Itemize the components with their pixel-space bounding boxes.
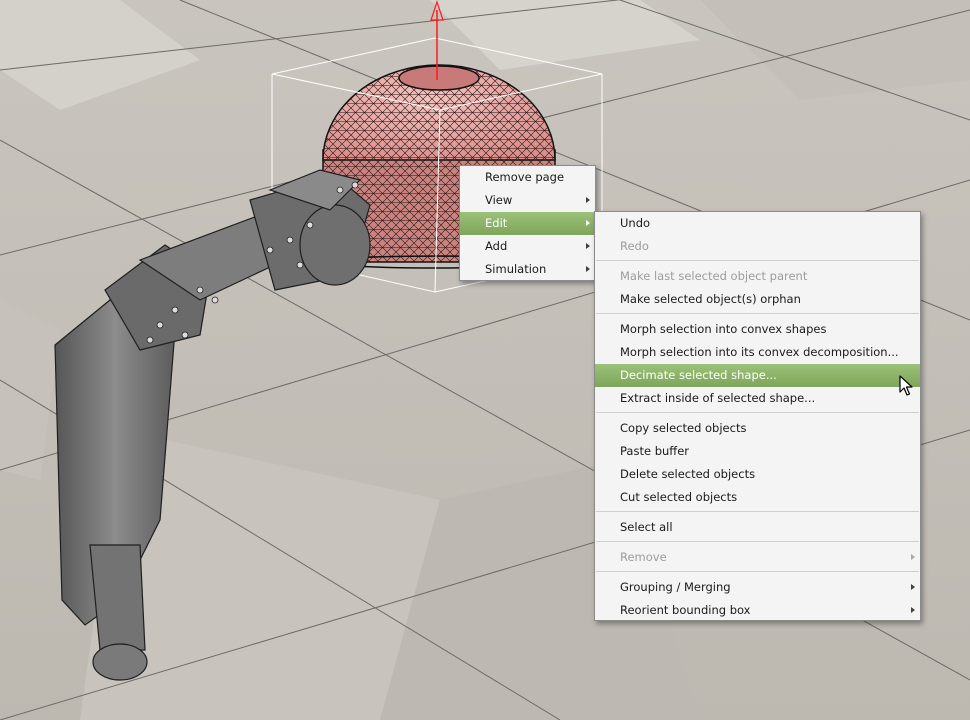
menu-item-label: Grouping / Merging	[620, 580, 731, 594]
menu-item-decimate-selected-shape[interactable]: Decimate selected shape...	[595, 364, 920, 387]
edit-submenu: Undo Redo Make last selected object parent…	[594, 211, 921, 621]
menu-item-label: Remove page	[485, 170, 565, 184]
menu-item-label: Make selected object(s) orphan	[620, 292, 801, 306]
menu-item-label: Simulation	[485, 262, 547, 276]
menu-item-label: Undo	[620, 216, 651, 230]
menu-item-undo[interactable]: Undo	[595, 212, 920, 235]
menu-item-label: Add	[485, 239, 508, 253]
menu-item-label: Edit	[485, 216, 508, 230]
menu-item-label: Make last selected object parent	[620, 269, 808, 283]
menu-item-label: Copy selected objects	[620, 421, 747, 435]
menu-item-cut-selected-objects[interactable]: Cut selected objects	[595, 486, 920, 509]
menu-item-edit[interactable]: Edit	[460, 212, 595, 235]
submenu-arrow-icon	[586, 197, 590, 203]
menu-item-label: Reorient bounding box	[620, 603, 751, 617]
menu-item-label: Decimate selected shape...	[620, 368, 777, 382]
context-menu: Remove page View Edit Add Simulation	[459, 165, 596, 281]
menu-item-label: Cut selected objects	[620, 490, 738, 504]
menu-separator	[596, 313, 919, 314]
menu-item-make-last-selected-object-parent[interactable]: Make last selected object parent	[595, 265, 920, 288]
menu-item-label: Select all	[620, 520, 673, 534]
menu-separator	[596, 541, 919, 542]
menu-item-view[interactable]: View	[460, 189, 595, 212]
submenu-arrow-icon	[586, 243, 590, 249]
menu-separator	[596, 511, 919, 512]
menu-item-label: Delete selected objects	[620, 467, 756, 481]
menu-item-label: Morph selection into convex shapes	[620, 322, 827, 336]
menu-item-copy-selected-objects[interactable]: Copy selected objects	[595, 417, 920, 440]
submenu-arrow-icon	[586, 220, 590, 226]
menu-item-morph-selection-into-convex-shapes[interactable]: Morph selection into convex shapes	[595, 318, 920, 341]
submenu-arrow-icon	[911, 554, 915, 560]
menu-item-label: Morph selection into its convex decompos…	[620, 345, 899, 359]
menu-item-paste-buffer[interactable]: Paste buffer	[595, 440, 920, 463]
menu-item-label: Extract inside of selected shape...	[620, 391, 816, 405]
menu-item-add[interactable]: Add	[460, 235, 595, 258]
mouse-cursor-icon	[899, 375, 913, 396]
menu-item-label: Paste buffer	[620, 444, 690, 458]
menu-item-label: Remove	[620, 550, 667, 564]
menu-item-redo[interactable]: Redo	[595, 235, 920, 258]
menu-item-make-selected-object-s-orphan[interactable]: Make selected object(s) orphan	[595, 288, 920, 311]
submenu-arrow-icon	[911, 584, 915, 590]
submenu-arrow-icon	[586, 266, 590, 272]
menu-item-morph-selection-into-its-convex-decomposition[interactable]: Morph selection into its convex decompos…	[595, 341, 920, 364]
menu-item-label: Redo	[620, 239, 649, 253]
menu-item-select-all[interactable]: Select all	[595, 516, 920, 539]
menu-separator	[596, 412, 919, 413]
menu-item-reorient-bounding-box[interactable]: Reorient bounding box	[595, 599, 920, 622]
menu-item-remove[interactable]: Remove	[595, 546, 920, 569]
menu-item-delete-selected-objects[interactable]: Delete selected objects	[595, 463, 920, 486]
menu-item-simulation[interactable]: Simulation	[460, 258, 595, 281]
menu-item-extract-inside-of-selected-shape[interactable]: Extract inside of selected shape...	[595, 387, 920, 410]
menu-item-grouping-merging[interactable]: Grouping / Merging	[595, 576, 920, 599]
menu-separator	[596, 260, 919, 261]
menu-item-label: View	[485, 193, 513, 207]
menu-item-remove-page[interactable]: Remove page	[460, 166, 595, 189]
submenu-arrow-icon	[911, 607, 915, 613]
menu-separator	[596, 571, 919, 572]
